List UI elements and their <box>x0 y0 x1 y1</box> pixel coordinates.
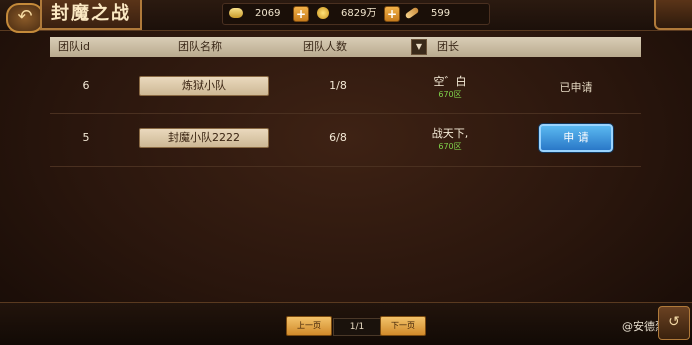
table-row: 5 封魔小队2222 6/8 战天下, 670区 申 请 <box>50 114 641 167</box>
add-gold-button[interactable]: + <box>384 6 400 22</box>
leader-zone: 670区 <box>438 142 462 151</box>
prev-page-button[interactable]: 上一页 <box>286 316 332 336</box>
back-arrow-icon: ↶ <box>17 6 33 27</box>
back-button[interactable]: ↶ <box>6 3 44 33</box>
gold-coin-icon <box>317 7 329 19</box>
team-id: 5 <box>82 131 90 144</box>
resource-bar: 2069 + 6829万 + 599 <box>222 3 490 25</box>
team-name: 封魔小队2222 <box>139 128 269 148</box>
team-members: 6/8 <box>329 131 347 144</box>
frame-corner-decoration <box>654 0 692 30</box>
page-indicator: 1/1 <box>333 318 381 336</box>
column-header-members: 团队人数 <box>303 40 347 53</box>
team-name: 炼狱小队 <box>139 76 269 96</box>
column-header-leader: 团长 <box>437 40 459 53</box>
applied-status: 已申请 <box>559 81 593 94</box>
leader-name: 空゛白 <box>433 75 467 88</box>
leader-name: 战天下, <box>431 127 469 140</box>
ingot-resource: 2069 <box>229 4 280 24</box>
team-id: 6 <box>82 79 90 92</box>
team-leader: 空゛白 670区 <box>410 73 490 100</box>
leader-zone: 670区 <box>438 90 462 99</box>
menu-toggle-icon[interactable]: ↺ <box>658 306 690 340</box>
feather-resource: 599 <box>404 4 450 24</box>
table-row: 6 炼狱小队 1/8 空゛白 670区 已申请 <box>50 61 641 114</box>
sort-dropdown-icon[interactable]: ▼ <box>411 39 427 55</box>
team-members: 1/8 <box>329 79 347 92</box>
page-title: 封魔之战 <box>40 0 142 30</box>
top-bar: ↶ 封魔之战 2069 + 6829万 + 599 <box>0 0 692 33</box>
apply-button[interactable]: 申 请 <box>539 124 613 152</box>
ingot-icon <box>229 8 243 18</box>
column-header-id: 团队id <box>58 40 91 53</box>
next-page-button[interactable]: 下一页 <box>380 316 426 336</box>
column-header-name: 团队名称 <box>178 40 222 53</box>
add-ingot-button[interactable]: + <box>293 6 309 22</box>
feather-icon <box>404 6 420 20</box>
gold-resource: 6829万 <box>317 4 376 24</box>
table-header: 团队id 团队名称 团队人数 ▼ 团长 <box>50 37 641 57</box>
team-leader: 战天下, 670区 <box>410 125 490 152</box>
